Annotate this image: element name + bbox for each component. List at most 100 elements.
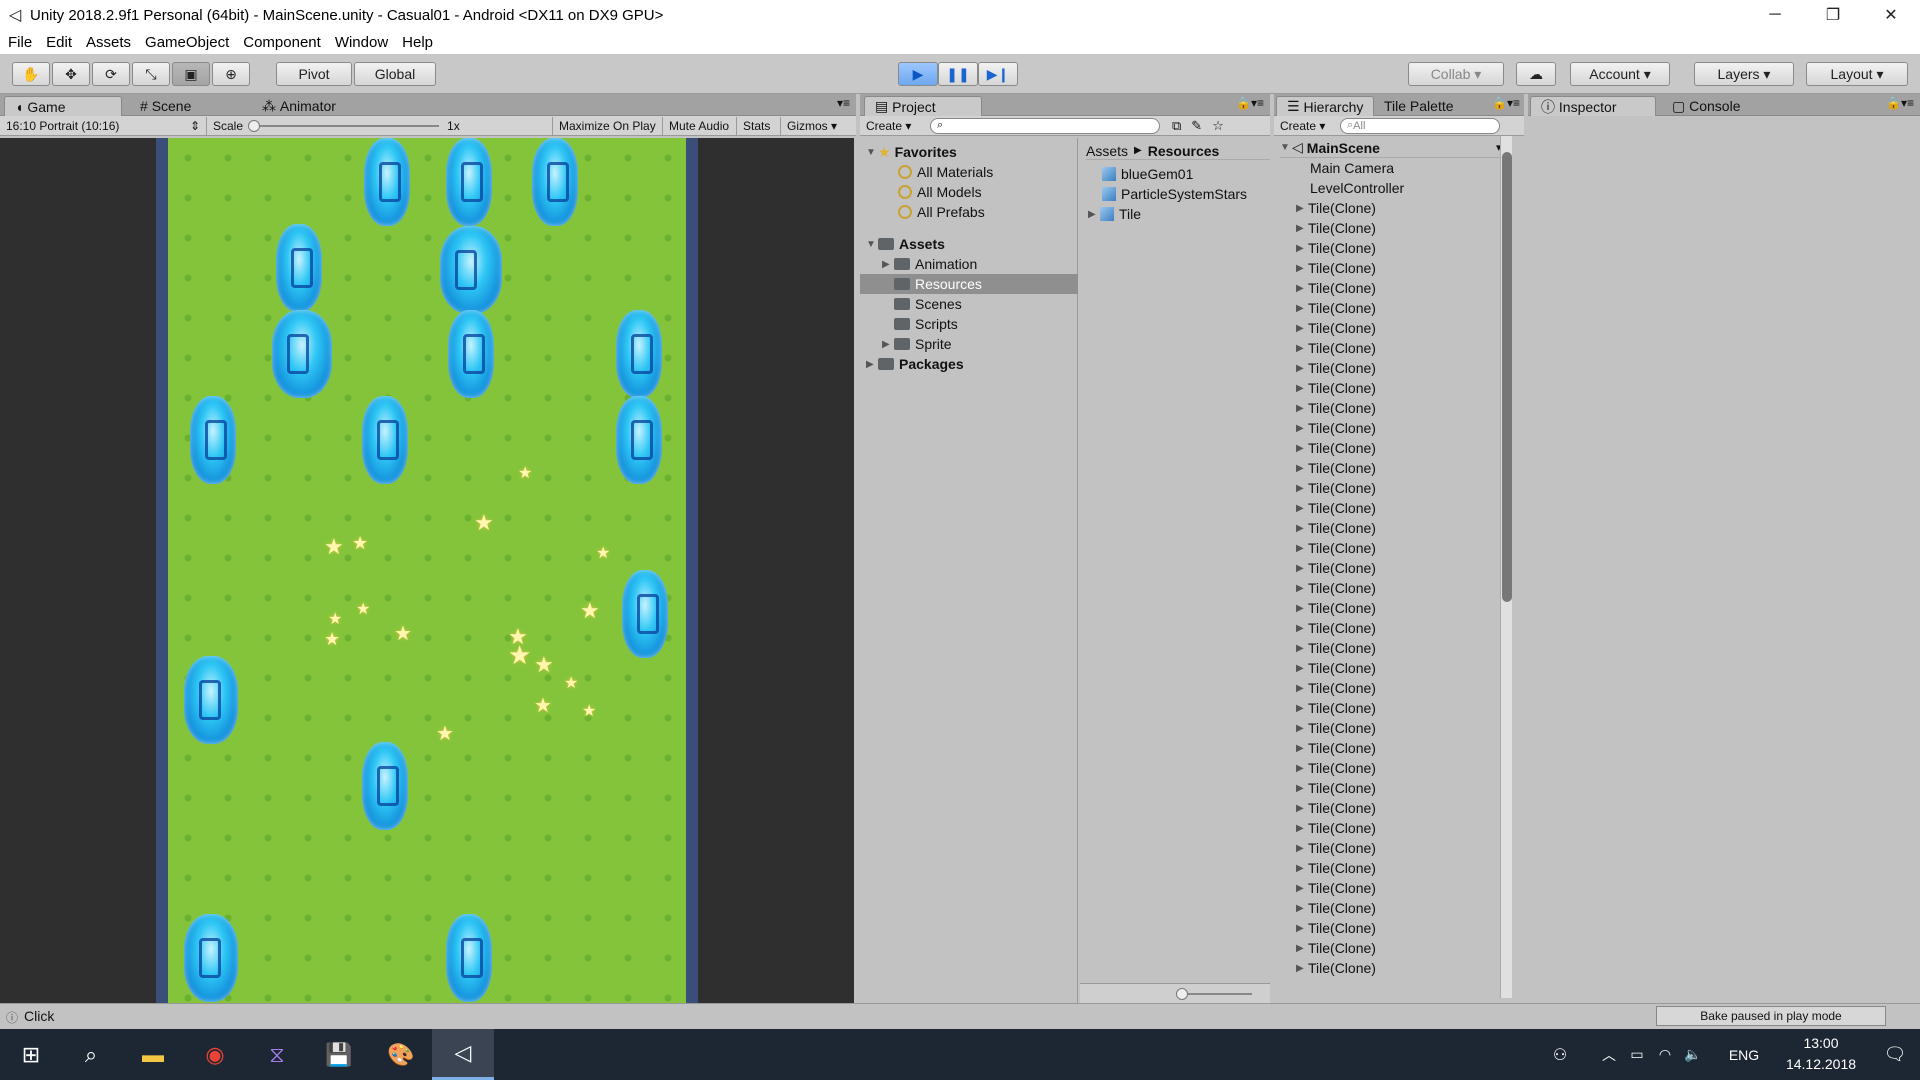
menu-assets[interactable]: Assets (86, 34, 131, 51)
collapsed-arrow-icon[interactable]: ▶ (1296, 843, 1308, 854)
fav-item-all-models[interactable]: All Models (898, 182, 982, 202)
collapsed-arrow-icon[interactable]: ▶ (1296, 463, 1308, 474)
hierarchy-tile-clone[interactable]: ▶Tile(Clone) (1296, 478, 1376, 498)
file-explorer-icon[interactable]: ▬ (122, 1029, 184, 1080)
restore-button[interactable]: ❐ (1804, 0, 1862, 30)
collapsed-arrow-icon[interactable]: ▶ (1296, 683, 1308, 694)
packages-folder[interactable]: ▶ Packages (866, 354, 964, 374)
hierarchy-tile-clone[interactable]: ▶Tile(Clone) (1296, 518, 1376, 538)
collapsed-arrow-icon[interactable]: ▶ (1296, 563, 1308, 574)
hierarchy-tile-clone[interactable]: ▶Tile(Clone) (1296, 898, 1376, 918)
hierarchy-tile-clone[interactable]: ▶Tile(Clone) (1296, 758, 1376, 778)
hierarchy-create-dropdown[interactable]: Create ▾ (1274, 117, 1336, 135)
hierarchy-tile-clone[interactable]: ▶Tile(Clone) (1296, 258, 1376, 278)
step-button[interactable]: ▶❙ (978, 62, 1018, 86)
rect-tool-icon[interactable]: ▣ (172, 62, 210, 86)
paint-icon[interactable]: 🎨 (370, 1029, 432, 1080)
collapsed-arrow-icon[interactable]: ▶ (1296, 383, 1308, 394)
collab-dropdown[interactable]: Collab ▾ (1408, 62, 1504, 86)
collapsed-arrow-icon[interactable]: ▶ (1296, 883, 1308, 894)
chevron-up-icon[interactable]: ︿ (1596, 1029, 1622, 1080)
hierarchy-tile-clone[interactable]: ▶Tile(Clone) (1296, 578, 1376, 598)
favorites-folder[interactable]: ▼ ★ Favorites (866, 142, 957, 162)
windows-start-icon[interactable]: ⊞ (0, 1029, 62, 1080)
hierarchy-tile-clone[interactable]: ▶Tile(Clone) (1296, 938, 1376, 958)
people-icon[interactable]: ⚇ (1540, 1029, 1580, 1080)
aspect-dropdown[interactable]: 16:10 Portrait (10:16) ⇕ (0, 117, 206, 135)
gizmos-dropdown[interactable]: Gizmos ▾ (780, 116, 840, 135)
hierarchy-tile-clone[interactable]: ▶Tile(Clone) (1296, 918, 1376, 938)
pivot-toggle[interactable]: Pivot (276, 62, 352, 86)
scene-root[interactable]: ▼◁MainScene▾≡ (1280, 138, 1508, 158)
clock[interactable]: 13:00 14.12.2018 (1776, 1033, 1866, 1077)
tab-hierarchy[interactable]: ☰ Hierarchy (1276, 96, 1375, 116)
collapsed-arrow-icon[interactable]: ▶ (1296, 723, 1308, 734)
hierarchy-tile-clone[interactable]: ▶Tile(Clone) (1296, 538, 1376, 558)
minimize-button[interactable]: ─ (1746, 0, 1804, 30)
favorite-star-icon[interactable]: ☆ (1212, 118, 1224, 134)
collapsed-arrow-icon[interactable]: ▶ (1296, 823, 1308, 834)
expand-arrow-icon[interactable]: ▼ (1280, 142, 1292, 153)
layers-dropdown[interactable]: Layers ▾ (1694, 62, 1794, 86)
scale-slider[interactable] (248, 119, 440, 132)
tab-game[interactable]: ◖ Game (4, 96, 122, 116)
folder-resources[interactable]: Resources (860, 274, 1078, 294)
collapsed-arrow-icon[interactable]: ▶ (1296, 203, 1308, 214)
hierarchy-tile-clone[interactable]: ▶Tile(Clone) (1296, 738, 1376, 758)
collapsed-arrow-icon[interactable]: ▶ (1296, 303, 1308, 314)
menu-help[interactable]: Help (402, 34, 433, 51)
global-toggle[interactable]: Global (354, 62, 436, 86)
lock-icon[interactable]: 🔒▾≡ (1492, 96, 1520, 110)
transform-tool-icon[interactable]: ⊕ (212, 62, 250, 86)
collapsed-arrow-icon[interactable]: ▶ (1296, 503, 1308, 514)
tab-scene[interactable]: # Scene (130, 96, 201, 116)
menu-gameobject[interactable]: GameObject (145, 34, 229, 51)
scale-slider-thumb[interactable] (248, 119, 261, 132)
collapsed-arrow-icon[interactable]: ▶ (1296, 363, 1308, 374)
hand-tool-icon[interactable]: ✋ (12, 62, 50, 86)
object-levelcontroller[interactable]: LevelController (1310, 178, 1404, 198)
hierarchy-tile-clone[interactable]: ▶Tile(Clone) (1296, 878, 1376, 898)
collapsed-arrow-icon[interactable]: ▶ (1296, 543, 1308, 554)
fav-item-all-prefabs[interactable]: All Prefabs (898, 202, 985, 222)
hierarchy-tile-clone[interactable]: ▶Tile(Clone) (1296, 618, 1376, 638)
scrollbar-thumb[interactable] (1502, 152, 1512, 602)
hierarchy-tile-clone[interactable]: ▶Tile(Clone) (1296, 638, 1376, 658)
search-icon[interactable]: ⌕ (60, 1029, 122, 1080)
hierarchy-tile-clone[interactable]: ▶Tile(Clone) (1296, 318, 1376, 338)
layout-dropdown[interactable]: Layout ▾ (1806, 62, 1908, 86)
fav-item-all-materials[interactable]: All Materials (898, 162, 993, 182)
hierarchy-tile-clone[interactable]: ▶Tile(Clone) (1296, 678, 1376, 698)
collapsed-arrow-icon[interactable]: ▶ (1296, 223, 1308, 234)
collapsed-arrow-icon[interactable]: ▶ (1296, 623, 1308, 634)
collapsed-arrow-icon[interactable]: ▶ (1296, 963, 1308, 974)
collapsed-arrow-icon[interactable]: ▶ (1296, 483, 1308, 494)
collapsed-arrow-icon[interactable]: ▶ (1296, 703, 1308, 714)
collapsed-arrow-icon[interactable]: ▶ (1296, 943, 1308, 954)
collapsed-arrow-icon[interactable]: ▶ (1296, 523, 1308, 534)
collapsed-arrow-icon[interactable]: ▶ (882, 339, 894, 350)
hierarchy-tile-clone[interactable]: ▶Tile(Clone) (1296, 358, 1376, 378)
hierarchy-tile-clone[interactable]: ▶Tile(Clone) (1296, 438, 1376, 458)
panel-menu-icon[interactable]: ▾≡ (837, 96, 850, 110)
volume-icon[interactable]: 🔈 (1680, 1029, 1706, 1080)
hierarchy-tile-clone[interactable]: ▶Tile(Clone) (1296, 338, 1376, 358)
asset-item-bluegem01[interactable]: blueGem01 (1102, 164, 1193, 184)
hierarchy-tile-clone[interactable]: ▶Tile(Clone) (1296, 978, 1376, 983)
collapsed-arrow-icon[interactable]: ▶ (1296, 903, 1308, 914)
hierarchy-tile-clone[interactable]: ▶Tile(Clone) (1296, 698, 1376, 718)
notifications-icon[interactable]: 🗨 (1870, 1029, 1920, 1080)
expand-arrow-icon[interactable]: ▼ (866, 239, 878, 250)
hierarchy-tile-clone[interactable]: ▶Tile(Clone) (1296, 718, 1376, 738)
icon-size-thumb[interactable] (1176, 988, 1188, 1000)
hierarchy-tile-clone[interactable]: ▶Tile(Clone) (1296, 838, 1376, 858)
wifi-icon[interactable]: ◠ (1652, 1029, 1678, 1080)
filter-type-icon[interactable]: ⧉ (1172, 118, 1181, 134)
object-main-camera[interactable]: Main Camera (1310, 158, 1394, 178)
stats-toggle[interactable]: Stats (736, 116, 780, 135)
hierarchy-tile-clone[interactable]: ▶Tile(Clone) (1296, 198, 1376, 218)
lock-icon[interactable]: 🔒▾≡ (1236, 96, 1264, 110)
collapsed-arrow-icon[interactable]: ▶ (882, 259, 894, 270)
collapsed-arrow-icon[interactable]: ▶ (1296, 983, 1308, 984)
menu-file[interactable]: File (8, 34, 32, 51)
